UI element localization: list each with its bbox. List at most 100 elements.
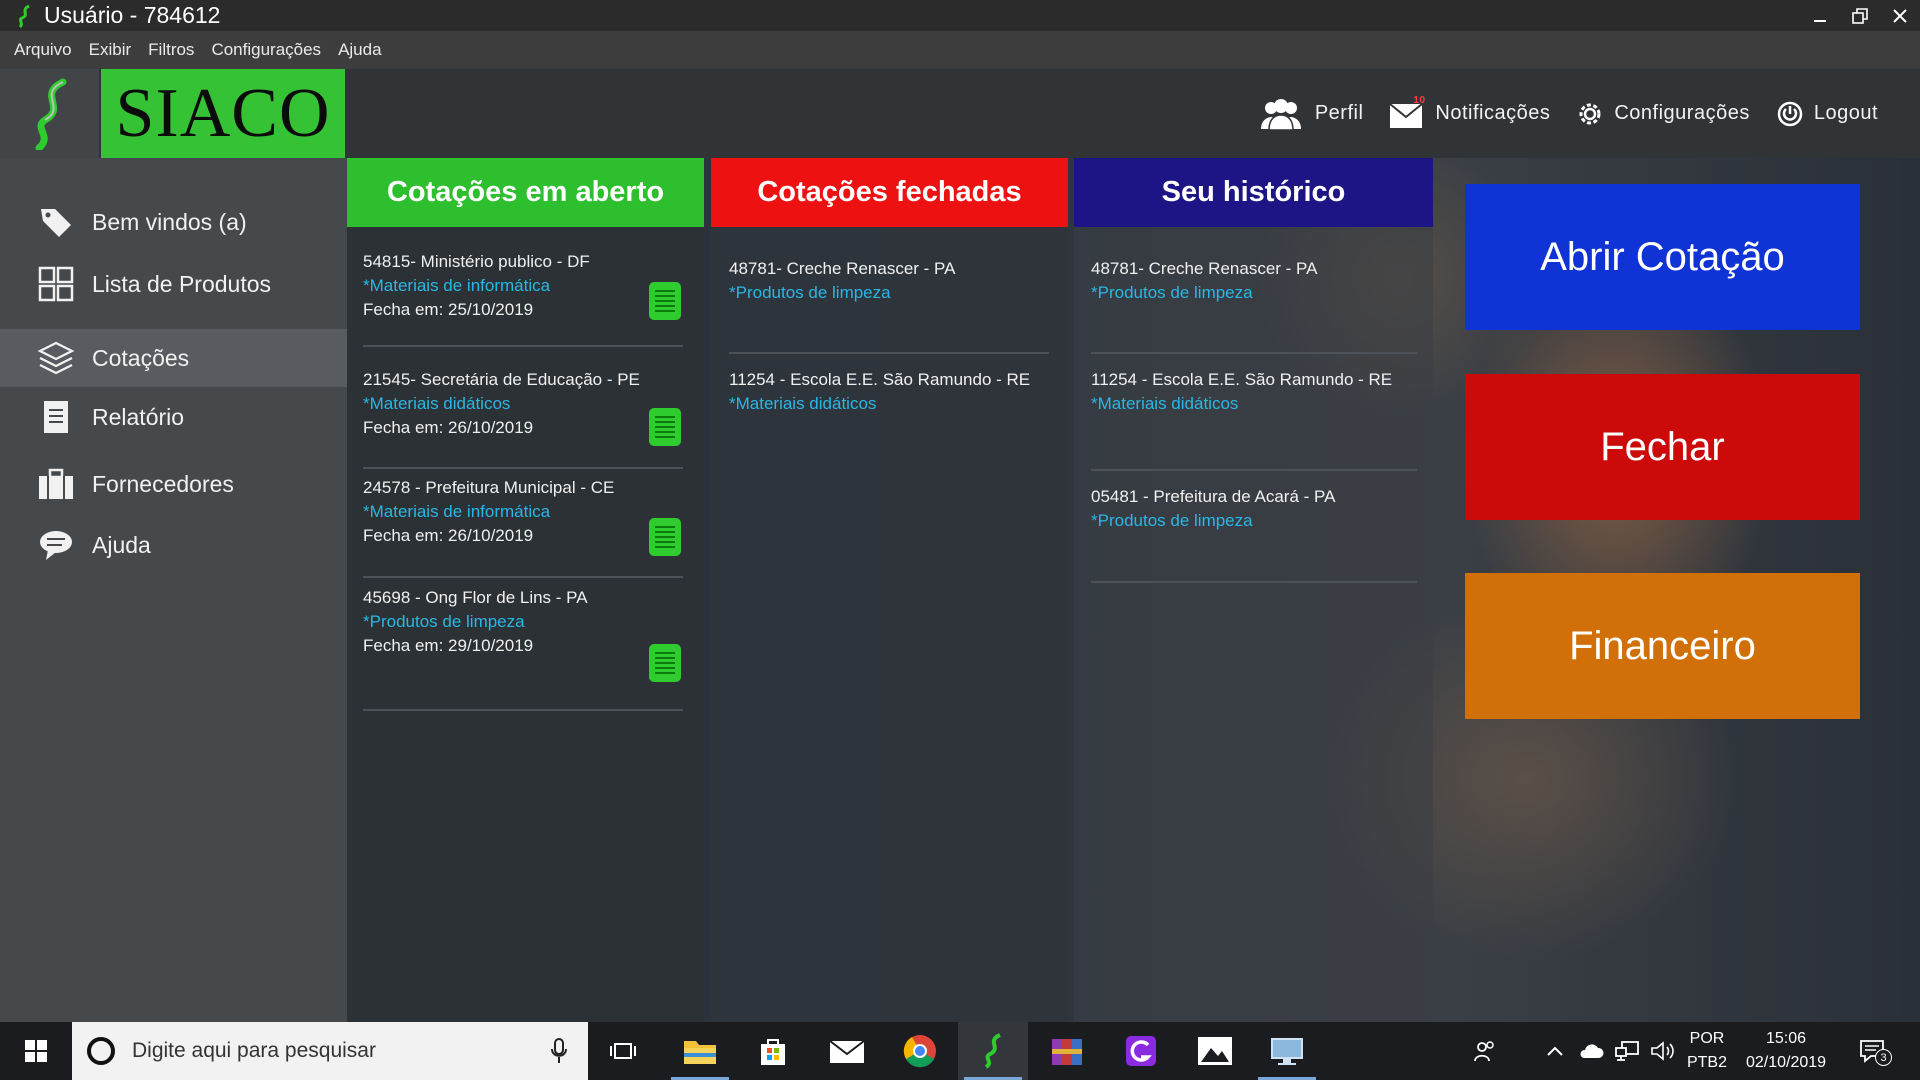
network-button[interactable] xyxy=(1608,1022,1646,1080)
sidebar-item-bem-vindos[interactable]: Bem vindos (a) xyxy=(0,193,347,251)
sidebar-item-relatorio[interactable]: Relatório xyxy=(0,388,347,446)
action-center-button[interactable]: 3 xyxy=(1850,1022,1900,1080)
quote-card[interactable]: 11254 - Escola E.E. São Ramundo - RE *Ma… xyxy=(729,370,1049,430)
sidebar-item-label: Cotações xyxy=(92,344,190,371)
quote-title: 11254 - Escola E.E. São Ramundo - RE xyxy=(729,370,1031,389)
quote-deadline: Fecha em: 26/10/2019 xyxy=(363,418,534,437)
close-icon xyxy=(1893,8,1907,23)
app-header: SIACO Perfil 10 Notificações Configuraçõ… xyxy=(0,69,1920,158)
history-list: 48781- Creche Renascer - PA *Produtos de… xyxy=(1074,227,1433,1022)
people-button[interactable] xyxy=(1465,1022,1505,1080)
input-language-button[interactable]: POR PTB2 xyxy=(1682,1022,1732,1080)
siaco-s-icon xyxy=(35,78,66,150)
quote-deadline: Fecha em: 29/10/2019 xyxy=(363,636,534,655)
close-button[interactable]: Fechar xyxy=(1465,374,1860,520)
search-placeholder: Digite aqui para pesquisar xyxy=(132,1039,376,1062)
view-document-button[interactable] xyxy=(649,408,681,446)
clock-button[interactable]: 15:06 02/10/2019 xyxy=(1736,1022,1836,1080)
folder-icon xyxy=(684,1041,716,1064)
sidebar-item-label: Bem vindos (a) xyxy=(92,208,247,235)
mail-icon xyxy=(1389,102,1424,128)
quote-category: *Produtos de limpeza xyxy=(729,283,891,302)
chevron-up-icon xyxy=(1547,1046,1563,1056)
quote-card[interactable]: 54815- Ministério publico - DF *Materiai… xyxy=(363,252,683,347)
siaco-app-icon xyxy=(984,1033,1001,1069)
microphone-icon[interactable] xyxy=(550,1038,568,1064)
view-document-button[interactable] xyxy=(649,282,681,320)
window-title: Usuário - 784612 xyxy=(44,2,221,28)
network-icon xyxy=(1615,1041,1639,1061)
onedrive-button[interactable] xyxy=(1572,1022,1610,1080)
quote-title: 48781- Creche Renascer - PA xyxy=(729,259,956,278)
notifications-label: Notificações xyxy=(1435,102,1551,124)
taskbar: Digite aqui para pesquisar POR PTB2 15:0… xyxy=(0,1022,1920,1080)
restore-button[interactable] xyxy=(1840,0,1880,31)
view-document-button[interactable] xyxy=(649,644,681,682)
close-window-button[interactable] xyxy=(1880,0,1920,31)
sidebar-item-label: Lista de Produtos xyxy=(92,270,272,297)
sidebar-item-ajuda[interactable]: Ajuda xyxy=(0,516,347,574)
pdf-app-icon xyxy=(1126,1036,1156,1066)
volume-button[interactable] xyxy=(1644,1022,1682,1080)
menu-configuracoes[interactable]: Configurações xyxy=(211,40,321,60)
logout-link[interactable]: Logout xyxy=(1776,100,1878,128)
taskbar-photos[interactable] xyxy=(1180,1022,1250,1080)
profile-link[interactable]: Perfil xyxy=(1257,97,1364,131)
taskbar-siaco[interactable] xyxy=(958,1022,1028,1080)
task-view-button[interactable] xyxy=(588,1022,658,1080)
archive-icon xyxy=(1052,1039,1082,1065)
title-bar: Usuário - 784612 xyxy=(0,0,1920,31)
menu-ajuda[interactable]: Ajuda xyxy=(338,40,381,60)
history-card[interactable]: 48781- Creche Renascer - PA *Produtos de… xyxy=(1091,259,1417,354)
menu-arquivo[interactable]: Arquivo xyxy=(14,40,72,60)
taskbar-winrar[interactable] xyxy=(1032,1022,1102,1080)
quote-category: *Materiais didáticos xyxy=(1091,394,1239,413)
layers-icon xyxy=(36,338,76,378)
taskbar-chrome[interactable] xyxy=(885,1022,955,1080)
briefcase-icon xyxy=(36,464,76,504)
sidebar-item-label: Ajuda xyxy=(92,531,151,558)
minimize-button[interactable] xyxy=(1800,0,1840,31)
quote-card[interactable]: 48781- Creche Renascer - PA *Produtos de… xyxy=(729,259,1049,354)
remote-desktop-icon xyxy=(1271,1038,1303,1065)
open-quote-button[interactable]: Abrir Cotação xyxy=(1465,184,1860,330)
menu-exibir[interactable]: Exibir xyxy=(89,40,132,60)
settings-link[interactable]: Configurações xyxy=(1576,100,1749,128)
sidebar-item-cotacoes[interactable]: Cotações xyxy=(0,329,347,387)
brand-mark xyxy=(0,69,99,158)
menu-filtros[interactable]: Filtros xyxy=(148,40,194,60)
chat-icon xyxy=(36,525,76,565)
quote-card[interactable]: 45698 - Ong Flor de Lins - PA *Produtos … xyxy=(363,588,683,711)
grid-icon xyxy=(36,264,76,304)
quote-deadline: Fecha em: 26/10/2019 xyxy=(363,526,534,545)
taskbar-search[interactable]: Digite aqui para pesquisar xyxy=(72,1022,588,1080)
users-icon xyxy=(1260,98,1301,131)
settings-label: Configurações xyxy=(1614,102,1750,124)
quote-card[interactable]: 21545- Secretária de Educação - PE *Mate… xyxy=(363,370,683,469)
notifications-link[interactable]: 10 Notificações xyxy=(1389,95,1551,129)
show-hidden-icons-button[interactable] xyxy=(1536,1022,1574,1080)
sidebar-item-lista-produtos[interactable]: Lista de Produtos xyxy=(0,255,347,313)
quote-category: *Produtos de limpeza xyxy=(1091,511,1253,530)
history-card[interactable]: 05481 - Prefeitura de Acará - PA *Produt… xyxy=(1091,487,1417,583)
taskbar-mail[interactable] xyxy=(812,1022,882,1080)
taskbar-store[interactable] xyxy=(738,1022,808,1080)
taskbar-remote-desktop[interactable] xyxy=(1252,1022,1322,1080)
store-icon xyxy=(761,1039,785,1065)
quote-title: 05481 - Prefeitura de Acará - PA xyxy=(1091,487,1336,506)
history-card[interactable]: 11254 - Escola E.E. São Ramundo - RE *Ma… xyxy=(1091,370,1417,471)
quote-title: 11254 - Escola E.E. São Ramundo - RE xyxy=(1091,370,1393,389)
quote-category: *Materiais de informática xyxy=(363,502,551,521)
quote-card[interactable]: 24578 - Prefeitura Municipal - CE *Mater… xyxy=(363,478,683,578)
windows-icon xyxy=(25,1040,47,1062)
view-document-button[interactable] xyxy=(649,518,681,556)
taskbar-file-explorer[interactable] xyxy=(665,1022,735,1080)
taskbar-pdf-app[interactable] xyxy=(1106,1022,1176,1080)
photos-icon xyxy=(1198,1037,1232,1065)
finance-button[interactable]: Financeiro xyxy=(1465,573,1860,719)
start-button[interactable] xyxy=(0,1022,72,1080)
sidebar-item-fornecedores[interactable]: Fornecedores xyxy=(0,455,347,513)
sidebar-item-label: Relatório xyxy=(92,403,185,430)
quote-category: *Materiais didáticos xyxy=(363,394,511,413)
brand-logo: SIACO xyxy=(101,69,345,158)
